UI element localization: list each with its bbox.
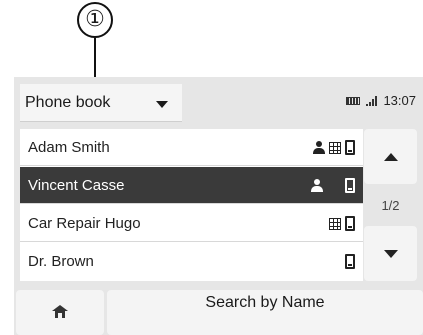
scroll-up-button[interactable]: [364, 129, 417, 184]
chevron-down-icon: [156, 101, 168, 108]
phone-icon: [345, 216, 355, 231]
contact-row[interactable]: Adam Smith: [20, 129, 363, 166]
phone-icon: [345, 178, 355, 193]
search-by-name-button[interactable]: Search by Name: [107, 290, 423, 335]
phone-icon: [345, 140, 355, 155]
home-icon: [52, 305, 68, 318]
status-bar: 13:07: [346, 93, 416, 108]
contact-name: Dr. Brown: [28, 253, 94, 270]
contact-row[interactable]: Dr. Brown: [20, 243, 363, 280]
scroll-controls: 1/2: [364, 129, 417, 281]
contact-name: Car Repair Hugo: [28, 214, 141, 232]
arrow-down-icon: [384, 250, 398, 258]
contact-row[interactable]: Car Repair Hugo: [20, 205, 363, 242]
person-icon: [311, 178, 323, 193]
contact-name: Adam Smith: [28, 138, 110, 156]
home-button[interactable]: [16, 290, 104, 335]
contact-list: Adam Smith Vincent Casse Car Repair Hugo: [20, 129, 363, 281]
contact-name: Vincent Casse: [28, 176, 125, 194]
signal-icon: [366, 95, 378, 106]
search-by-name-label: Search by Name: [205, 294, 325, 311]
phone-book-screen: Phone book 13:07 Adam Smith Vincent Cass…: [14, 77, 423, 335]
bottom-bar: Search by Name: [14, 290, 423, 335]
contact-row-selected[interactable]: Vincent Casse: [20, 167, 363, 204]
phone-icon: [345, 254, 355, 269]
page-indicator: 1/2: [381, 197, 400, 213]
battery-icon: [346, 96, 361, 105]
person-icon: [313, 140, 325, 155]
phone-book-dropdown[interactable]: Phone book: [20, 84, 182, 122]
dropdown-label: Phone book: [25, 93, 111, 111]
grid-icon: [329, 141, 341, 154]
arrow-up-icon: [384, 153, 398, 161]
scroll-down-button[interactable]: [364, 226, 417, 281]
grid-icon: [329, 217, 341, 230]
clock-time: 13:07: [383, 93, 416, 108]
callout-number: ①: [77, 2, 113, 38]
